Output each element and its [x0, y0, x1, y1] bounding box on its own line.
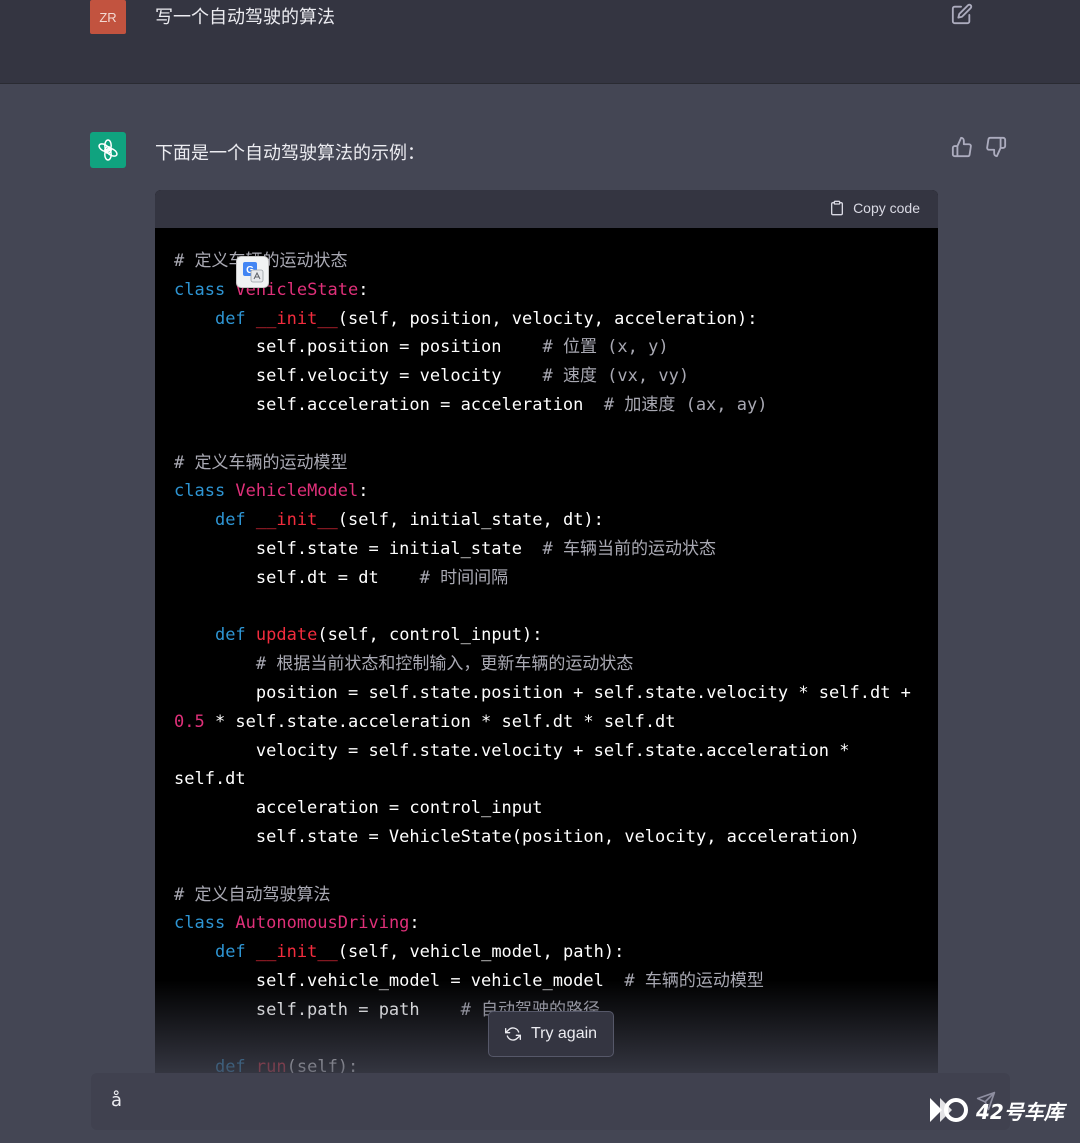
- code-line: def __init__(self, vehicle_model, path):: [174, 938, 919, 967]
- code-token: self.state = VehicleState(position, velo…: [174, 826, 860, 847]
- watermark-text: 42号车库: [976, 1099, 1064, 1124]
- code-token: 0.5: [174, 711, 205, 732]
- code-token: __init__: [255, 510, 338, 531]
- code-token: def: [214, 510, 256, 531]
- code-token: velocity = self.state.velocity + self.st…: [174, 740, 850, 761]
- chat-input-value[interactable]: å: [111, 1090, 122, 1111]
- code-line: # 定义自动驾驶算法: [174, 881, 919, 910]
- code-token: * self.state.acceleration * self.dt * se…: [204, 711, 676, 732]
- code-line: self.velocity = velocity # 速度 (vx, vy): [174, 362, 919, 391]
- code-token: # 车辆当前的运动状态: [542, 538, 716, 559]
- refresh-icon: [504, 1027, 521, 1041]
- code-line: 0.5 * self.state.acceleration * self.dt …: [174, 708, 919, 737]
- code-token: :: [358, 279, 369, 300]
- user-avatar: ZR: [90, 0, 126, 34]
- code-line: position = self.state.position + self.st…: [174, 679, 919, 708]
- code-token: (self, vehicle_model, path):: [337, 942, 625, 963]
- watermark: 42号车库: [928, 1090, 1064, 1130]
- code-token: self.state = initial_state: [174, 538, 543, 559]
- code-block: Copy code # 定义车辆的运动状态 class VehicleState:…: [155, 190, 938, 1090]
- code-block-header: Copy code: [155, 190, 938, 228]
- chat-input[interactable]: å: [91, 1073, 1010, 1130]
- code-line: self.state = VehicleState(position, velo…: [174, 823, 919, 852]
- code-line: def update(self, control_input):: [174, 621, 919, 650]
- code-token: # 定义车辆的运动模型: [174, 452, 348, 473]
- code-line: class VehicleModel:: [174, 477, 919, 506]
- code-token: :: [358, 481, 369, 502]
- code-token: VehicleModel: [235, 481, 359, 502]
- code-token: def: [214, 942, 256, 963]
- assistant-intro-text: 下面是一个自动驾驶算法的示例：: [155, 143, 425, 164]
- code-token: self.dt: [174, 769, 246, 790]
- code-line: self.position = position # 位置 (x, y): [174, 333, 919, 362]
- code-token: (self, position, velocity, acceleration)…: [337, 308, 758, 329]
- code-line: self.dt = dt # 时间间隔: [174, 564, 919, 593]
- clipboard-icon: [831, 200, 844, 216]
- chatgpt-logo-icon: [90, 132, 126, 168]
- code-token: (self, control_input):: [317, 625, 543, 646]
- code-token: __init__: [255, 942, 338, 963]
- code-token: self.velocity = velocity: [174, 366, 543, 387]
- code-token: # 速度 (vx, vy): [542, 366, 690, 387]
- code-line: def __init__(self, initial_state, dt):: [174, 506, 919, 535]
- google-translate-icon[interactable]: G: [236, 256, 269, 288]
- code-token: class: [174, 481, 236, 502]
- code-line: class AutonomousDriving:: [174, 909, 919, 938]
- code-token: :: [409, 913, 420, 934]
- code-line: def __init__(self, position, velocity, a…: [174, 305, 919, 334]
- code-content: # 定义车辆的运动状态 class VehicleState: def __ini…: [155, 228, 938, 1090]
- code-token: # 加速度 (ax, ay): [603, 394, 768, 415]
- try-again-button[interactable]: Try again: [488, 1011, 614, 1057]
- code-token: acceleration = control_input: [174, 798, 543, 819]
- code-token: class: [174, 279, 236, 300]
- code-line: self.acceleration = acceleration # 加速度 (…: [174, 391, 919, 420]
- code-line: velocity = self.state.velocity + self.st…: [174, 737, 919, 766]
- code-line: # 定义车辆的运动模型: [174, 449, 919, 478]
- code-token: # 时间间隔: [419, 567, 509, 588]
- copy-code-label: Copy code: [853, 200, 920, 216]
- code-line: self.dt: [174, 765, 919, 794]
- code-token: # 根据当前状态和控制输入，更新车辆的运动状态: [255, 654, 634, 675]
- code-token: class: [174, 913, 236, 934]
- code-token: # 定义自动驾驶算法: [174, 884, 331, 905]
- code-line: # 根据当前状态和控制输入，更新车辆的运动状态: [174, 650, 919, 679]
- code-line: # 定义车辆的运动状态: [174, 247, 919, 276]
- code-line: acceleration = control_input: [174, 794, 919, 823]
- code-token: AutonomousDriving: [235, 913, 410, 934]
- code-token: self.acceleration = acceleration: [174, 394, 604, 415]
- user-message-row: ZR 写一个自动驾驶的算法: [0, 0, 1080, 84]
- code-line: self.state = initial_state # 车辆当前的运动状态: [174, 535, 919, 564]
- code-token: (self, initial_state, dt):: [337, 510, 604, 531]
- copy-code-button[interactable]: Copy code: [829, 199, 920, 217]
- assistant-message-row: 下面是一个自动驾驶算法的示例： Copy code # 定义车辆的运动状态 cla…: [0, 84, 1080, 1143]
- edit-icon[interactable]: [951, 3, 973, 25]
- thumbs-down-icon[interactable]: [985, 136, 1007, 158]
- code-token: def: [214, 308, 256, 329]
- user-message-text: 写一个自动驾驶的算法: [155, 7, 335, 28]
- code-token: position = self.state.position + self.st…: [174, 682, 911, 703]
- code-token: __init__: [255, 308, 338, 329]
- code-token: self.position = position: [174, 337, 543, 358]
- code-token: self.dt = dt: [174, 567, 420, 588]
- try-again-label: Try again: [530, 1025, 598, 1042]
- code-token: def: [214, 625, 256, 646]
- code-line: class VehicleState:: [174, 276, 919, 305]
- code-token: # 位置 (x, y): [542, 337, 669, 358]
- thumbs-up-icon[interactable]: [951, 136, 973, 158]
- watermark-logo-icon: [930, 1098, 968, 1122]
- code-token: update: [255, 625, 318, 646]
